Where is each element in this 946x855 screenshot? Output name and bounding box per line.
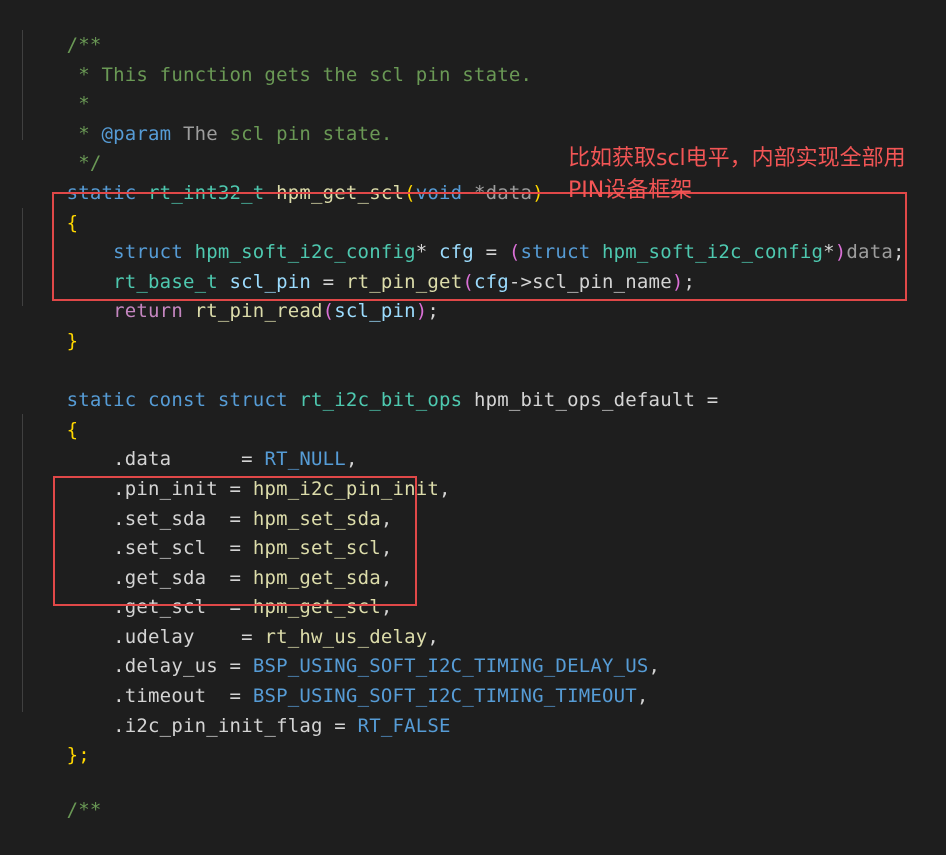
keyword: const [148, 389, 207, 411]
code-line: static rt_int32_t hpm_get_scl(void *data… [20, 148, 544, 204]
code-line: { [20, 385, 78, 441]
doc-comment: scl pin state. [217, 123, 393, 145]
code-line: /** [20, 765, 102, 821]
annotation-line: PIN设备框架 [567, 178, 693, 203]
code-line: .data = RT_NULL, [113, 448, 358, 470]
code-line: * This function gets the scl pin state. [20, 30, 532, 86]
annotation-text: PIN设备框架 [540, 143, 692, 239]
doc-param-name: The [171, 123, 218, 145]
doc-comment: * This function gets the scl pin state. [66, 64, 533, 86]
code-line: }; [20, 710, 90, 766]
code-line: .i2c_pin_init_flag = RT_FALSE [113, 715, 451, 737]
brace: } [66, 330, 79, 352]
brace: }; [66, 744, 90, 766]
code-line: */ [20, 118, 101, 174]
doc-comment: /** [66, 799, 102, 821]
variable: hpm_bit_ops_default [473, 389, 696, 411]
code-line: .pin_init = hpm_i2c_pin_init, [113, 478, 451, 500]
keyword: return [113, 300, 183, 322]
doc-tag: @param [101, 123, 172, 145]
code-line: * [20, 59, 90, 115]
keyword: struct [217, 389, 288, 411]
code-line: .timeout = BSP_USING_SOFT_I2C_TIMING_TIM… [113, 685, 649, 707]
field-name: .i2c_pin_init_flag [113, 715, 323, 737]
function-name: rt_pin_read [194, 300, 323, 322]
code-editor[interactable]: /** * This function gets the scl pin sta… [0, 0, 946, 821]
variable: scl_pin [334, 300, 416, 322]
highlight-box-ops-fields [53, 476, 417, 606]
code-line: .delay_us = BSP_USING_SOFT_I2C_TIMING_DE… [113, 655, 661, 677]
highlight-box-function-body [52, 192, 907, 301]
code-line: static const struct rt_i2c_bit_ops hpm_b… [66, 389, 719, 411]
code-line: * @param The scl pin state. [20, 89, 392, 145]
type-name: rt_i2c_bit_ops [299, 389, 463, 411]
field-value: RT_FALSE [357, 715, 451, 737]
code-line: /** [20, 0, 102, 56]
